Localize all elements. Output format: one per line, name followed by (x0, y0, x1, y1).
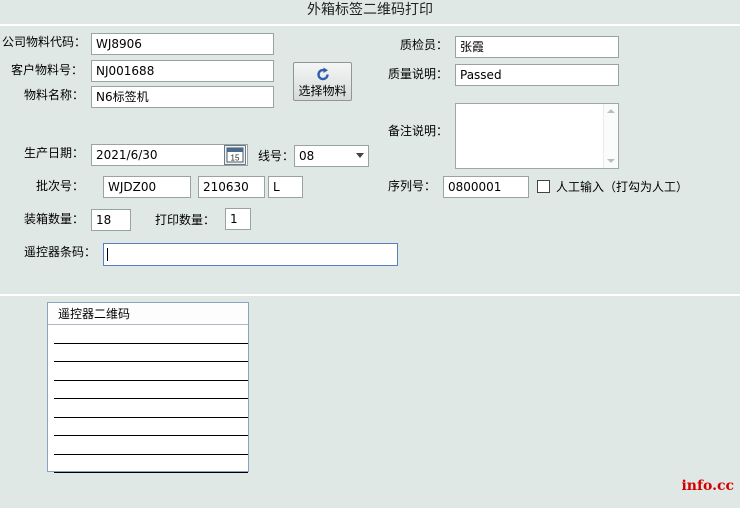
remark-scrollbar[interactable] (603, 104, 618, 168)
section-divider (0, 294, 740, 296)
select-material-button[interactable]: 选择物料 (293, 62, 352, 101)
grid-row[interactable] (54, 325, 248, 344)
scroll-up-icon[interactable] (607, 109, 615, 113)
grid-row[interactable] (54, 455, 248, 473)
manual-input-label[interactable]: 人工输入（打勾为人工） (556, 180, 688, 194)
grid-column-header[interactable]: 遥控器二维码 (48, 303, 248, 325)
inspector-field[interactable]: 张霞 (455, 36, 619, 58)
remote-qr-grid[interactable]: 遥控器二维码 (47, 302, 249, 473)
box-qty-label: 装箱数量： (24, 212, 85, 226)
customer-no-label: 客户物料号： (11, 63, 84, 77)
calendar-button[interactable]: 15 (224, 145, 246, 165)
print-qty-label: 打印数量： (155, 213, 216, 227)
grid-row[interactable] (54, 344, 248, 362)
company-code-field[interactable]: WJ8906 (91, 33, 274, 55)
grid-row[interactable] (54, 436, 248, 455)
print-qty-field[interactable]: 1 (225, 208, 251, 230)
remark-textarea[interactable] (455, 103, 619, 169)
grid-row[interactable] (54, 399, 248, 418)
batch-field-1[interactable]: WJDZ00 (103, 176, 191, 198)
remote-barcode-input[interactable] (103, 243, 398, 266)
remark-label: 备注说明： (388, 124, 449, 138)
batch-field-2[interactable]: 210630 (198, 176, 265, 198)
prod-date-label: 生产日期： (24, 146, 85, 160)
grid-row[interactable] (54, 362, 248, 381)
watermark-text: info.cc (681, 478, 734, 494)
header-divider (0, 24, 740, 26)
manual-input-checkbox[interactable] (537, 180, 550, 193)
material-name-field[interactable]: N6标签机 (91, 86, 274, 108)
customer-no-field[interactable]: NJ001688 (91, 60, 274, 82)
company-code-label: 公司物料代码： (2, 35, 87, 49)
chevron-down-icon[interactable] (356, 153, 364, 158)
grid-row[interactable] (54, 381, 248, 399)
grid-row[interactable] (54, 418, 248, 436)
line-no-value: 08 (299, 149, 315, 163)
batch-label: 批次号： (36, 179, 85, 193)
text-caret (107, 248, 108, 261)
serial-field[interactable]: 0800001 (443, 176, 529, 198)
line-no-label: 线号： (258, 149, 295, 163)
quality-note-label: 质量说明： (388, 67, 449, 81)
refresh-icon (316, 67, 329, 81)
inspector-label: 质检员： (400, 38, 449, 52)
serial-label: 序列号： (388, 179, 437, 193)
remote-barcode-label: 遥控器条码： (24, 245, 97, 259)
material-name-label: 物料名称： (24, 88, 85, 102)
window-title: 外箱标签二维码打印 (307, 2, 433, 18)
calendar-icon: 15 (226, 147, 244, 163)
line-no-select[interactable]: 08 (294, 145, 369, 167)
quality-note-field[interactable]: Passed (455, 64, 619, 86)
select-material-label: 选择物料 (298, 84, 347, 98)
batch-field-3[interactable]: L (268, 176, 303, 198)
scroll-down-icon[interactable] (607, 159, 615, 163)
box-qty-field[interactable]: 18 (91, 209, 131, 231)
calendar-day-text: 15 (231, 154, 240, 163)
